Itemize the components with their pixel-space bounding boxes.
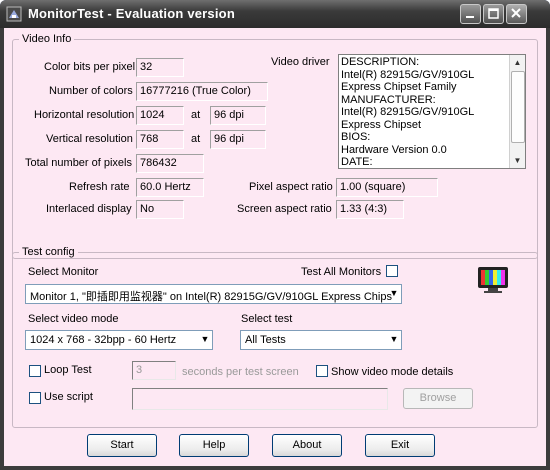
maximize-icon	[488, 8, 499, 19]
video-driver-label: Video driver	[271, 56, 330, 68]
video-driver-text: DESCRIPTION: Intel(R) 82915G/GV/910GL Ex…	[341, 56, 474, 168]
total-pixels-label: Total number of pixels	[25, 157, 132, 169]
num-colors-value: 16777216 (True Color)	[136, 82, 268, 101]
h-res-value: 1024	[136, 106, 184, 125]
color-bits-label: Color bits per pixel	[44, 61, 136, 73]
scroll-down-arrow-icon[interactable]: ▼	[510, 154, 525, 167]
exit-button[interactable]: Exit	[365, 434, 435, 457]
video-mode-dropdown[interactable]: 1024 x 768 - 32bpp - 60 Hertz ▼	[25, 330, 213, 350]
seconds-per-screen-label: seconds per test screen	[182, 366, 299, 378]
v-res-label: Vertical resolution	[46, 133, 133, 145]
h-dpi-value: 96 dpi	[210, 106, 266, 125]
v-dpi-value: 96 dpi	[210, 130, 266, 149]
vertical-scrollbar[interactable]: ▲ ▼	[509, 55, 525, 168]
total-pixels-value: 786432	[136, 154, 204, 173]
chevron-down-icon[interactable]: ▼	[389, 288, 399, 300]
show-details-checkbox[interactable]	[316, 365, 328, 377]
refresh-value: 60.0 Hertz	[136, 178, 204, 197]
h-res-label: Horizontal resolution	[34, 109, 135, 121]
window-title: MonitorTest - Evaluation version	[28, 6, 235, 21]
select-monitor-label: Select Monitor	[28, 266, 99, 278]
v-res-value: 768	[136, 130, 184, 149]
v-at-label: at	[191, 133, 201, 145]
close-icon	[511, 8, 521, 18]
select-test-label: Select test	[241, 313, 293, 325]
scroll-up-arrow-icon[interactable]: ▲	[510, 56, 525, 69]
loop-test-checkbox[interactable]	[29, 365, 41, 377]
color-bits-value: 32	[136, 58, 184, 77]
minimize-icon	[466, 16, 474, 18]
show-details-label[interactable]: Show video mode details	[331, 366, 453, 378]
test-all-monitors-checkbox[interactable]	[386, 265, 398, 277]
select-monitor-value: Monitor 1, "即插即用监视器" on Intel(R) 82915G/…	[30, 291, 392, 303]
screen-aspect-label: Screen aspect ratio	[237, 203, 332, 215]
num-colors-label: Number of colors	[49, 85, 133, 97]
video-mode-value: 1024 x 768 - 32bpp - 60 Hertz	[30, 334, 177, 346]
select-test-dropdown[interactable]: All Tests ▼	[240, 330, 402, 350]
h-at-label: at	[191, 109, 201, 121]
screen-aspect-value: 1.33 (4:3)	[336, 200, 404, 219]
chevron-down-icon[interactable]: ▼	[389, 334, 399, 346]
about-button[interactable]: About	[272, 434, 342, 457]
help-button[interactable]: Help	[179, 434, 249, 457]
minimize-button[interactable]	[460, 4, 481, 24]
chevron-down-icon[interactable]: ▼	[200, 334, 210, 346]
app-icon	[6, 6, 22, 22]
title-bar[interactable]: MonitorTest - Evaluation version	[0, 0, 550, 28]
maximize-button[interactable]	[483, 4, 504, 24]
client-area: Video Info Color bits per pixel 32 Numbe…	[4, 28, 546, 466]
video-info-group-label: Video Info	[19, 33, 75, 45]
scroll-thumb[interactable]	[511, 71, 525, 143]
loop-test-label[interactable]: Loop Test	[44, 364, 92, 376]
browse-button[interactable]: Browse	[403, 388, 473, 409]
script-path-input[interactable]	[132, 388, 388, 410]
use-script-checkbox[interactable]	[29, 392, 41, 404]
select-monitor-dropdown[interactable]: Monitor 1, "即插即用监视器" on Intel(R) 82915G/…	[25, 284, 402, 304]
select-test-value: All Tests	[245, 334, 286, 346]
test-config-group-label: Test config	[19, 246, 78, 258]
test-all-monitors-label[interactable]: Test All Monitors	[301, 266, 381, 278]
loop-seconds-input[interactable]: 3	[132, 361, 176, 380]
interlaced-value: No	[136, 200, 184, 219]
refresh-label: Refresh rate	[69, 181, 130, 193]
pixel-aspect-value: 1.00 (square)	[336, 178, 438, 197]
interlaced-label: Interlaced display	[46, 203, 132, 215]
monitor-icon	[478, 267, 508, 293]
use-script-label[interactable]: Use script	[44, 391, 93, 403]
pixel-aspect-label: Pixel aspect ratio	[249, 181, 333, 193]
video-driver-textbox[interactable]: DESCRIPTION: Intel(R) 82915G/GV/910GL Ex…	[338, 54, 526, 169]
start-button[interactable]: Start	[87, 434, 157, 457]
close-button[interactable]	[506, 4, 527, 24]
video-mode-label: Select video mode	[28, 313, 119, 325]
